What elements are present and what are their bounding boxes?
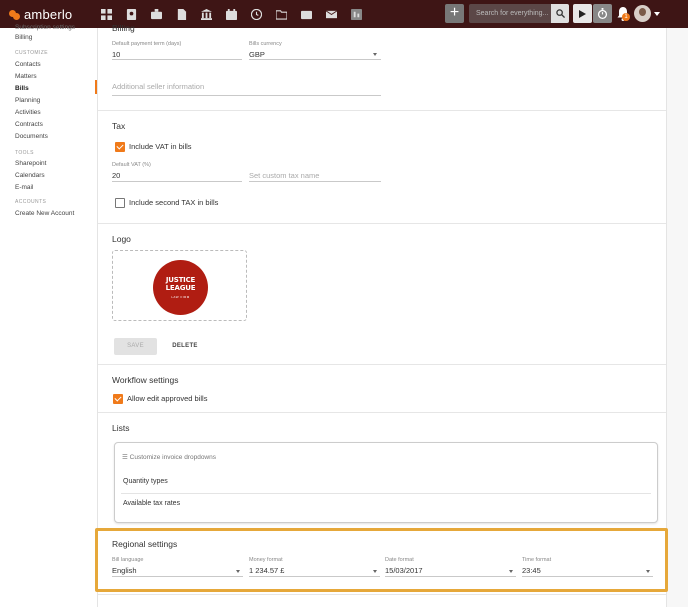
calendar-icon[interactable] [219, 0, 244, 28]
section-divider [98, 110, 666, 111]
payment-term-label: Default payment term (days) [112, 41, 182, 47]
currency-select[interactable]: GBP [249, 50, 265, 59]
second-tax-checkbox[interactable] [115, 198, 125, 208]
billing-section-title: Billing [112, 23, 135, 33]
sidebar-item-matters[interactable]: Matters [15, 73, 37, 80]
section-divider [98, 412, 666, 413]
sidebar-item-calendars[interactable]: Calendars [15, 172, 45, 179]
sidebar-item-documents[interactable]: Documents [15, 133, 48, 140]
workflow-section-title: Workflow settings [112, 375, 179, 385]
section-divider [98, 364, 666, 365]
bank-icon[interactable] [194, 0, 219, 28]
user-avatar[interactable] [634, 5, 651, 22]
main-nav-icons [94, 0, 369, 28]
regional-settings-highlight [95, 528, 668, 592]
customize-dropdowns-label: Customize invoice dropdowns [129, 454, 216, 461]
lists-card-header: ☰ Customize invoice dropdowns [122, 453, 216, 461]
lists-card: ☰ Customize invoice dropdowns Quantity t… [114, 442, 658, 523]
app-name: amberlo [24, 6, 73, 22]
search-icon[interactable] [551, 4, 569, 23]
section-divider [98, 223, 666, 224]
user-menu-chevron-down-icon[interactable] [654, 12, 660, 16]
include-vat-label: Include VAT in bills [129, 142, 192, 151]
default-vat-field[interactable]: 20 [112, 171, 120, 180]
sidebar-item-subscription-settings[interactable]: Subscription settings [15, 24, 75, 31]
mail-icon[interactable] [319, 0, 344, 28]
list-item-available-tax-rates[interactable]: Available tax rates [123, 500, 180, 507]
sidebar-item-contracts[interactable]: Contracts [15, 121, 43, 128]
reports-icon[interactable] [344, 0, 369, 28]
quick-add-button[interactable]: + [445, 4, 464, 23]
sidebar-item-contacts[interactable]: Contacts [15, 61, 41, 68]
folder-icon[interactable] [269, 0, 294, 28]
sidebar-header-tools: TOOLS [15, 150, 34, 156]
search-input[interactable]: Search for everything... [469, 10, 551, 17]
bills-icon[interactable] [169, 0, 194, 28]
logo-section-title: Logo [112, 234, 131, 244]
allow-edit-approved-checkbox[interactable] [113, 394, 123, 404]
notification-count-badge: 1 [622, 13, 630, 21]
default-vat-label: Default VAT (%) [112, 162, 151, 168]
list-divider [121, 493, 651, 494]
delete-logo-button[interactable]: DELETE [167, 338, 203, 355]
list-item-quantity-types[interactable]: Quantity types [123, 478, 168, 485]
sidebar-item-create-new-account[interactable]: Create New Account [15, 210, 74, 217]
sidebar-item-sharepoint[interactable]: Sharepoint [15, 160, 46, 167]
seller-info-underline [112, 95, 381, 96]
lists-section-title: Lists [112, 423, 130, 433]
app-logo[interactable]: amberlo [9, 7, 89, 22]
section-divider [98, 594, 666, 595]
save-logo-button[interactable]: SAVE [114, 338, 157, 355]
bills-settings-panel: Billing Default payment term (days) 10 B… [97, 23, 667, 607]
company-logo-image: JUSTICE LEAGUE LAW FIRM [153, 260, 208, 315]
payment-term-underline [112, 59, 242, 60]
logo-mark-icon [9, 8, 21, 20]
logo-upload-dropzone[interactable]: JUSTICE LEAGUE LAW FIRM [112, 250, 247, 321]
sidebar-item-billing[interactable]: Billing [15, 34, 32, 41]
custom-tax-underline [249, 181, 381, 182]
currency-label: Bills currency [249, 41, 282, 47]
sidebar-item-activities[interactable]: Activities [15, 109, 41, 116]
currency-underline [249, 59, 381, 60]
top-navigation-bar: amberlo + Search for everything... 1 [0, 0, 688, 28]
currency-chevron-down-icon[interactable] [373, 53, 377, 56]
include-vat-checkbox[interactable] [115, 142, 125, 152]
second-tax-label: Include second TAX in bills [129, 198, 219, 207]
list-icon: ☰ [122, 454, 128, 461]
allow-edit-approved-label: Allow edit approved bills [127, 394, 208, 403]
documents-icon[interactable] [294, 0, 319, 28]
payment-term-field[interactable]: 10 [112, 50, 120, 59]
sidebar-item-email[interactable]: E-mail [15, 184, 33, 191]
sidebar-header-customize: CUSTOMIZE [15, 50, 48, 56]
sidebar-item-bills[interactable]: Bills [15, 85, 29, 92]
sidebar-item-planning[interactable]: Planning [15, 97, 40, 104]
seller-info-field[interactable]: Additional seller information [112, 82, 204, 91]
page-background [667, 28, 688, 607]
custom-tax-name-field[interactable]: Set custom tax name [249, 171, 319, 180]
matters-icon[interactable] [144, 0, 169, 28]
play-timer-button[interactable] [573, 4, 592, 23]
tax-section-title: Tax [112, 121, 126, 131]
history-icon[interactable] [244, 0, 269, 28]
settings-sidebar: Subscription settings Billing CUSTOMIZE … [0, 24, 97, 607]
stopwatch-icon[interactable] [593, 4, 612, 23]
global-search[interactable]: Search for everything... [469, 4, 569, 23]
sidebar-header-accounts: ACCOUNTS [15, 199, 47, 205]
default-vat-underline [112, 181, 242, 182]
